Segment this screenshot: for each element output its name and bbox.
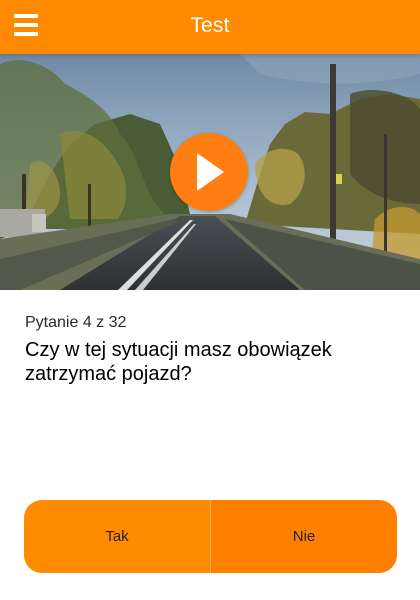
video-player[interactable] xyxy=(0,54,420,290)
play-icon xyxy=(197,153,224,191)
question-counter: Pytanie 4 z 32 xyxy=(25,314,127,331)
app-screen: Test Pytanie 4 z 32 Czy w tej sytuacji m… xyxy=(0,0,420,600)
question-section: Pytanie 4 z 32 Czy w tej sytuacji masz o… xyxy=(25,314,395,386)
question-text: Czy w tej sytuacji masz obowiązek zatrzy… xyxy=(25,339,332,385)
yes-button[interactable]: Tak xyxy=(24,500,211,573)
answer-buttons: Tak Nie xyxy=(24,500,397,573)
no-button[interactable]: Nie xyxy=(211,500,397,573)
top-bar: Test xyxy=(0,0,420,54)
play-button[interactable] xyxy=(170,133,248,211)
page-title: Test xyxy=(190,14,230,37)
